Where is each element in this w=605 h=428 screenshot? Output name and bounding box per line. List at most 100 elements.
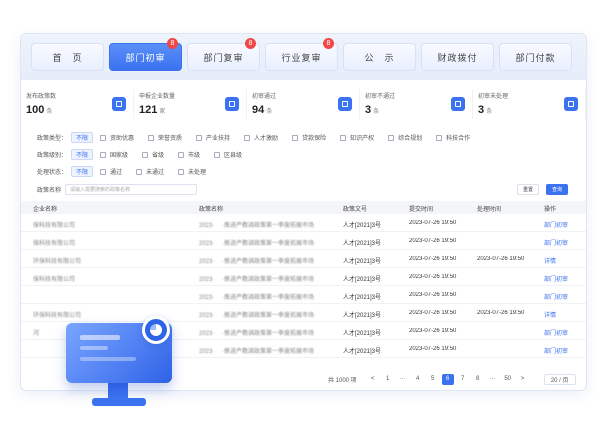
tab-label: 财政拨付: [437, 52, 478, 63]
table-row: 保科技有限公司 2023· ·推进产教调政策第一季度拓展市场 人才[2021]3号 2…: [21, 214, 586, 232]
option-label: 市级: [188, 153, 201, 159]
next-page-button[interactable]: >: [517, 374, 529, 385]
count-badge: 8: [167, 38, 178, 49]
filter-option[interactable]: 贷款保险: [292, 133, 326, 142]
page-button[interactable]: 8: [472, 374, 484, 385]
filter-all-chip[interactable]: 不限: [71, 166, 93, 177]
page-button[interactable]: 4: [412, 374, 424, 385]
filter-option[interactable]: 资助优惠: [100, 133, 134, 142]
stat-unit: 家: [159, 109, 166, 115]
checkbox[interactable]: [388, 134, 395, 141]
prev-page-button[interactable]: <: [367, 374, 379, 385]
tab-publicity[interactable]: 公 示: [343, 43, 416, 71]
filter-option[interactable]: 市级: [178, 150, 200, 159]
monitor-stand: [108, 383, 128, 399]
page-button[interactable]: 5: [427, 374, 439, 385]
checkbox[interactable]: [136, 168, 143, 175]
filter-row-type: 政策类型： 不限 资助优惠 荣誉资质 产业扶持 人才激励 贷款保险 知识产权 综…: [21, 129, 586, 146]
filter-option[interactable]: 荣誉资质: [148, 133, 182, 142]
policy-cell: 2023· ·推进产教调政策第一季度拓展市场: [199, 259, 315, 265]
filter-option[interactable]: 区县级: [214, 150, 242, 159]
filter-option[interactable]: 人才激励: [244, 133, 278, 142]
policy-cell: 2023· ·推进产教调政策第一季度拓展市场: [199, 313, 315, 319]
handled-time-cell: 2023-07-26 19:50: [477, 256, 525, 262]
doc-number-cell: 人才[2021]3号: [343, 349, 382, 355]
checkbox[interactable]: [340, 134, 347, 141]
tab-dept-second-review[interactable]: 部门复审 8: [187, 38, 260, 71]
checkbox[interactable]: [214, 151, 221, 158]
tab-home[interactable]: 首 页: [31, 43, 104, 71]
action-link[interactable]: 详情: [544, 310, 584, 319]
query-button[interactable]: 查询: [546, 184, 568, 195]
filter-all-chip[interactable]: 不限: [71, 149, 93, 160]
doc-number-cell: 人才[2021]3号: [343, 259, 382, 265]
page-list: <1 ··· 4 5 6 7 8 ··· 50 >: [367, 373, 532, 385]
checkbox[interactable]: [292, 134, 299, 141]
checkbox[interactable]: [196, 134, 203, 141]
page-button[interactable]: ···: [397, 374, 409, 385]
total-count: 共 1000 项: [328, 377, 357, 384]
filter-option[interactable]: 通过: [100, 167, 122, 176]
workflow-tabs: 首 页 部门初审 8 部门复审 8 行业复审 8 公 示 财政拨付 部门付款: [21, 34, 586, 80]
tab-industry-review[interactable]: 行业复审 8: [265, 38, 338, 71]
action-link[interactable]: 部门初审: [544, 328, 584, 337]
table-header: 企业名称 政策名称 政策文号 提交时间 处理时间 操作: [21, 201, 586, 214]
action-link[interactable]: 部门初审: [544, 346, 584, 355]
filter-label: 政策级别：: [36, 153, 67, 159]
filter-all-chip[interactable]: 不限: [71, 132, 93, 143]
checkbox[interactable]: [142, 151, 149, 158]
column-header: 提交时间: [409, 207, 434, 213]
filter-option[interactable]: 未通过: [136, 167, 164, 176]
filter-option[interactable]: 国家级: [100, 150, 128, 159]
checkbox[interactable]: [436, 134, 443, 141]
tab-dept-first-review[interactable]: 部门初审 8: [109, 38, 182, 71]
option-label: 省级: [152, 153, 165, 159]
filter-option[interactable]: 科技合作: [436, 133, 470, 142]
checkbox[interactable]: [148, 134, 155, 141]
company-cell: 保科技有限公司: [33, 277, 76, 283]
filter-option[interactable]: 产业扶持: [196, 133, 230, 142]
page-button[interactable]: ···: [487, 374, 499, 385]
action-link[interactable]: 部门初审: [544, 220, 584, 229]
filter-option[interactable]: 知识产权: [340, 133, 374, 142]
option-label: 未通过: [146, 170, 165, 176]
pie-chart-icon: [142, 316, 170, 344]
doc-number-cell: 人才[2021]3号: [343, 277, 382, 283]
option-label: 国家级: [110, 153, 129, 159]
checkbox[interactable]: [100, 134, 106, 141]
reset-button[interactable]: 重置: [517, 184, 539, 195]
submit-time-cell: 2023-07-26 19:50: [409, 328, 457, 334]
stat-unit: 条: [486, 109, 493, 115]
policy-cell: 2023· ·推进产教调政策第一季度拓展市场: [199, 295, 315, 301]
page-button[interactable]: 6: [441, 373, 454, 385]
action-link[interactable]: 部门初审: [544, 238, 584, 247]
tab-finance-allocation[interactable]: 财政拨付: [421, 43, 494, 71]
action-link[interactable]: 部门初审: [544, 292, 584, 301]
page-button[interactable]: 1: [382, 374, 394, 385]
filter-option[interactable]: 未处理: [178, 167, 206, 176]
checkbox[interactable]: [244, 134, 251, 141]
policy-search-input[interactable]: 请输入需要搜索的政策名称: [65, 184, 197, 195]
checkbox[interactable]: [100, 168, 106, 175]
option-label: 知识产权: [350, 136, 375, 142]
table-row: 保科技有限公司 2023· ·推进产教调政策第一季度拓展市场 人才[2021]3号 2…: [21, 232, 586, 250]
action-link[interactable]: 部门初审: [544, 274, 584, 283]
eye-icon: [564, 97, 578, 111]
page-button[interactable]: 50: [502, 374, 514, 385]
action-link[interactable]: 详情: [544, 256, 584, 265]
checkbox[interactable]: [100, 151, 106, 158]
filter-option[interactable]: 省级: [142, 150, 164, 159]
submit-time-cell: 2023-07-26 19:50: [409, 220, 457, 226]
stat-unit: 条: [373, 109, 380, 115]
stat-number: 121: [139, 104, 158, 116]
tab-dept-payment[interactable]: 部门付款: [499, 43, 572, 71]
page-size-select[interactable]: 20 / 页: [543, 373, 576, 385]
stack-icon: [225, 97, 239, 111]
filter-option[interactable]: 综合规划: [388, 133, 422, 142]
page-button[interactable]: 7: [457, 374, 469, 385]
doc-number-cell: 人才[2021]3号: [343, 295, 382, 301]
checkbox[interactable]: [178, 151, 185, 158]
checkbox[interactable]: [178, 168, 185, 175]
tab-label: 首 页: [52, 52, 83, 63]
handled-time-cell: 2023-07-26 19:50: [477, 310, 525, 316]
